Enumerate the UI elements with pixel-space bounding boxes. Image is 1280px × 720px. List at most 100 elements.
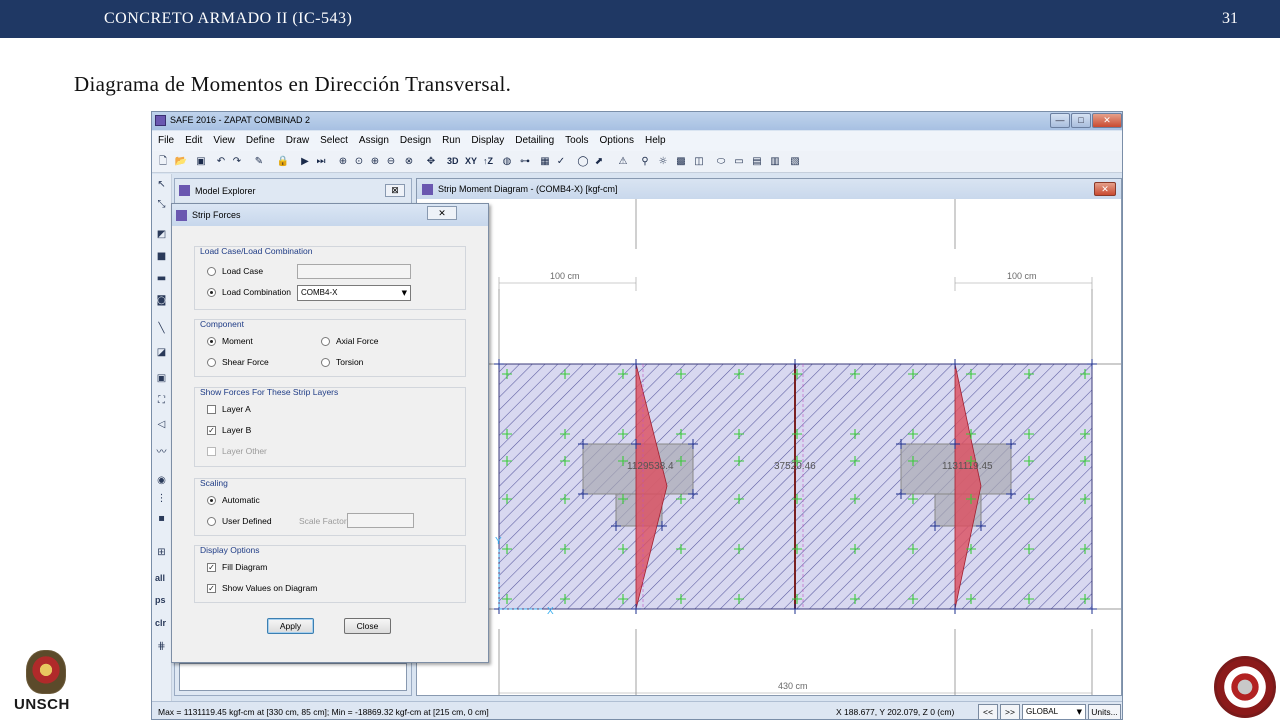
pointer-icon[interactable]: ↖ [155,178,168,191]
automatic-radio[interactable] [207,496,216,505]
select-intersect-icon[interactable]: ⊞ [155,546,168,559]
new-file-icon[interactable]: 🗋 [156,155,170,169]
deformed-shape-icon[interactable]: ⬈ [592,155,606,169]
view-3d-button[interactable]: 3D [447,156,459,166]
pan-icon[interactable]: ✥ [424,155,438,169]
show-values-checkbox[interactable]: ✓ [207,584,216,593]
menu-define[interactable]: Define [240,131,280,146]
previous-selection-button[interactable]: ps [155,595,166,605]
layer-other-checkbox[interactable] [207,447,216,456]
menu-display[interactable]: Display [465,131,509,146]
menu-detailing[interactable]: Detailing [509,131,559,146]
menu-design[interactable]: Design [394,131,436,146]
model-explorer-tree[interactable] [179,663,407,691]
close-button[interactable]: ✕ [1092,113,1122,128]
draw-wall-icon[interactable]: ▣ [155,372,168,385]
zoom-in-icon[interactable]: ⊕ [368,155,382,169]
next-view-button[interactable]: >> [1000,704,1020,719]
draw-slab-icon[interactable]: ▬ [155,272,168,285]
check-icon[interactable]: ✓ [554,155,568,169]
strip-icon[interactable]: ◫ [692,155,706,169]
draw-dimension-icon[interactable]: 〰 [155,446,168,459]
object-icon[interactable]: ◯ [576,155,590,169]
reshape-icon[interactable]: ⤡ [155,198,168,211]
tendon-icon[interactable]: ▤ [750,155,764,169]
menu-assign[interactable]: Assign [353,131,394,146]
menu-options[interactable]: Options [594,131,639,146]
grid-options-icon[interactable]: ▦ [538,155,552,169]
load-case-field[interactable] [297,264,411,279]
view-z-button[interactable]: ↑Z [483,156,493,166]
layer-b-checkbox[interactable]: ✓ [207,426,216,435]
warning-icon[interactable]: ⚠ [616,155,630,169]
menu-tools[interactable]: Tools [559,131,593,146]
diagram-close-button[interactable]: ✕ [1094,182,1116,196]
user-defined-radio[interactable] [207,517,216,526]
layer-a-checkbox[interactable] [207,405,216,414]
run-icon[interactable]: ▶ [298,155,312,169]
save-icon[interactable]: ▣ [194,155,208,169]
maximize-button[interactable]: □ [1071,113,1091,128]
menu-draw[interactable]: Draw [280,131,314,146]
draw-strip-icon[interactable]: ⛶ [155,394,168,407]
draw-tendon-icon[interactable]: ◁ [155,418,168,431]
apply-button[interactable]: Apply [267,618,314,634]
table-icon[interactable]: ▥ [768,155,782,169]
zoom-full-icon[interactable]: ⊙ [352,155,366,169]
menu-select[interactable]: Select [314,131,353,146]
clear-selection-button[interactable]: clr [155,618,166,628]
undo-icon[interactable]: ↶ [214,155,228,169]
run-to-end-icon[interactable]: ⏭ [314,155,328,169]
point-icon[interactable]: ◉ [155,474,168,487]
diagram-canvas[interactable]: 100 cm 100 cm 430 cm 1129538.4 37520.46 … [417,199,1121,695]
draw-area-icon[interactable]: ◩ [155,228,168,241]
previous-view-button[interactable]: << [978,704,998,719]
load-combination-select[interactable]: COMB4-X ▼ [297,285,411,301]
zoom-rubberband-icon[interactable]: ⊕ [336,155,350,169]
open-folder-icon[interactable]: 📂 [174,155,188,169]
model-explorer-close-button[interactable]: ⊠ [385,184,405,197]
dropdown-arrow-icon: ▼ [1076,708,1082,716]
reaction-icon[interactable]: ⚲ [638,155,652,169]
beam-icon[interactable]: ▭ [732,155,746,169]
stress-icon[interactable]: ▩ [674,155,688,169]
torsion-radio[interactable] [321,358,330,367]
menu-run[interactable]: Run [436,131,465,146]
report-icon[interactable]: ▧ [788,155,802,169]
draw-column-icon[interactable]: ◙ [155,294,168,307]
view-xy-button[interactable]: XY [465,156,477,166]
rotate-icon[interactable]: ◍ [500,155,514,169]
axial-force-radio[interactable] [321,337,330,346]
units-button[interactable]: Units... [1088,704,1121,719]
slab-icon[interactable]: ⬭ [714,155,728,169]
scale-factor-field[interactable] [347,513,414,528]
draw-rectangle-icon[interactable]: ■ [155,250,168,263]
select-all-button[interactable]: all [155,573,165,583]
line-select-icon[interactable]: ⋮ [155,492,168,505]
dimension-right-label: 100 cm [1007,271,1037,281]
menu-edit[interactable]: Edit [179,131,207,146]
load-icon[interactable]: ☼ [656,155,670,169]
moment-radio[interactable] [207,337,216,346]
redo-icon[interactable]: ↷ [230,155,244,169]
fill-diagram-checkbox[interactable]: ✓ [207,563,216,572]
pencil-icon[interactable]: ✎ [252,155,266,169]
menu-help[interactable]: Help [639,131,671,146]
zoom-out-icon[interactable]: ⊖ [384,155,398,169]
glasses-icon[interactable]: ⊶ [518,155,532,169]
load-combination-radio[interactable] [207,288,216,297]
snap-icon[interactable]: ▪ [155,512,168,525]
draw-line-icon[interactable]: ╲ [155,322,168,335]
minimize-button[interactable]: — [1050,113,1070,128]
menu-file[interactable]: File [152,131,179,146]
load-case-radio[interactable] [207,267,216,276]
draw-beam-icon[interactable]: ◪ [155,346,168,359]
strip-forces-close-icon[interactable]: ✕ [427,206,457,220]
menu-view[interactable]: View [207,131,240,146]
zoom-previous-icon[interactable]: ⊗ [402,155,416,169]
coordinate-system-select[interactable]: GLOBAL ▼ [1022,704,1086,719]
close-dialog-button[interactable]: Close [344,618,391,634]
grid-toggle-icon[interactable]: ⋕ [155,640,168,653]
lock-icon[interactable]: 🔒 [276,155,290,169]
shear-force-radio[interactable] [207,358,216,367]
